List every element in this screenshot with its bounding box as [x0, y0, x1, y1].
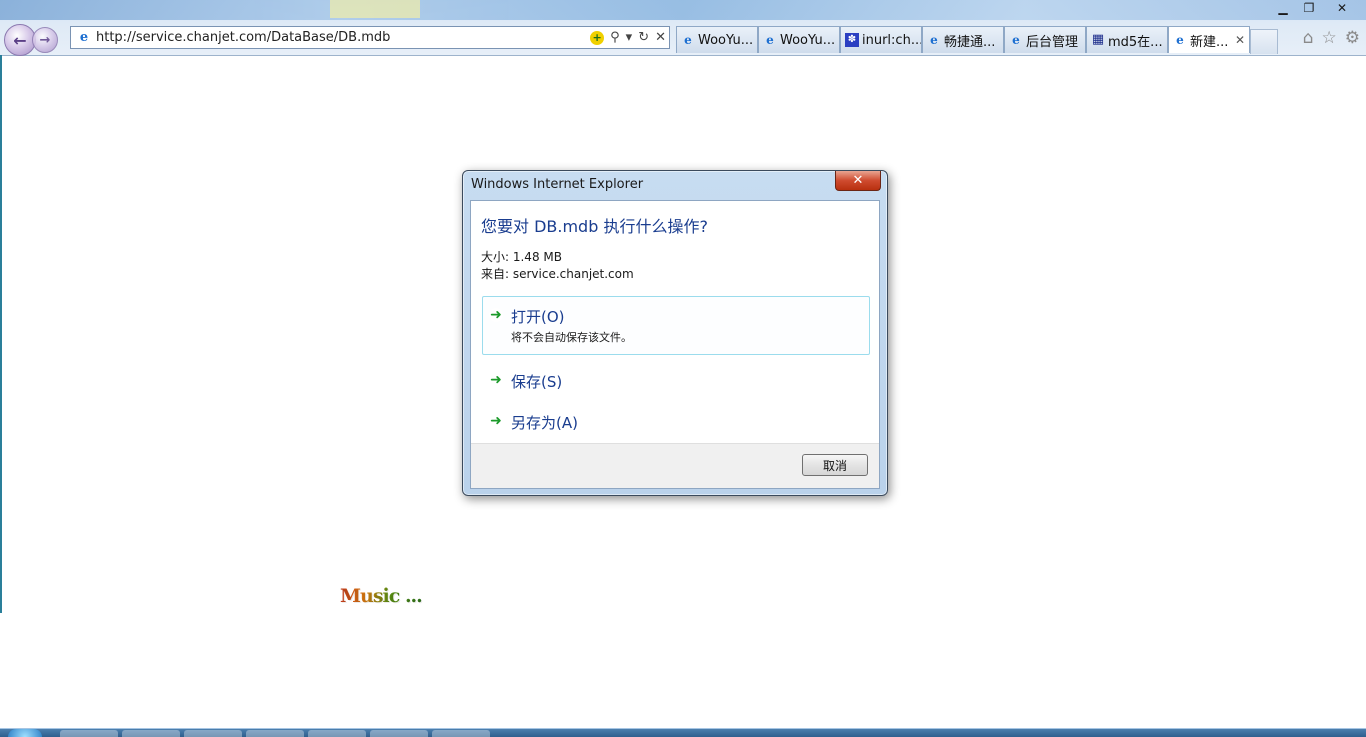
- tab-label: WooYu...: [780, 32, 836, 48]
- dialog-footer: 取消: [471, 443, 879, 488]
- navigation-buttons: ← →: [4, 24, 58, 56]
- ie-icon: e: [1176, 33, 1184, 47]
- address-bar-icons: + ⚲ ▾ ↻ ✕: [587, 30, 669, 45]
- title-bar: [0, 0, 1366, 20]
- url-text[interactable]: http://service.chanjet.com/DataBase/DB.m…: [96, 30, 587, 45]
- dialog-title: Windows Internet Explorer: [471, 177, 644, 192]
- tab-wooyun-1[interactable]: e WooYu...: [676, 26, 758, 53]
- ie-icon: e: [766, 33, 774, 47]
- file-source: 来自: service.chanjet.com: [481, 267, 634, 281]
- browser-chrome: ▁ ❐ ✕ ← → e http://service.chanjet.com/D…: [0, 0, 1366, 56]
- save-option-label: 保存(S): [511, 373, 563, 391]
- tab-admin[interactable]: e 后台管理: [1004, 26, 1086, 53]
- tab-label: inurl:ch...: [862, 32, 922, 48]
- tab-label: WooYu...: [698, 32, 754, 48]
- tab-label: 新建...: [1190, 34, 1229, 50]
- tab-inurl[interactable]: ✽ inurl:ch...: [840, 26, 922, 53]
- cancel-button[interactable]: 取消: [802, 454, 868, 476]
- dropdown-arrow-icon[interactable]: ▾: [626, 30, 633, 45]
- compatibility-view-icon[interactable]: +: [590, 30, 605, 45]
- open-option[interactable]: ➜ 打开(O) 将不会自动保存该文件。: [482, 296, 870, 355]
- file-size: 大小: 1.48 MB: [481, 250, 562, 264]
- new-tab-button[interactable]: [1250, 29, 1278, 54]
- cmd5-grid-icon: ▦: [1091, 32, 1105, 47]
- forward-arrow-icon: →: [39, 32, 51, 48]
- download-dialog: Windows Internet Explorer ✕ 您要对 DB.mdb 执…: [462, 170, 888, 496]
- file-info: 大小: 1.48 MB 来自: service.chanjet.com: [481, 249, 634, 283]
- ie-page-icon: e: [79, 29, 89, 45]
- home-icon[interactable]: ⌂: [1303, 28, 1314, 48]
- open-option-note: 将不会自动保存该文件。: [511, 331, 632, 344]
- tab-strip: e WooYu... e WooYu... ✽ inurl:ch... e 畅捷…: [676, 26, 1278, 54]
- window-close-button[interactable]: ✕: [1322, 0, 1362, 16]
- tab-label: 畅捷通...: [944, 34, 996, 50]
- music-text: Music ...: [340, 585, 423, 607]
- page-left-edge: [0, 55, 2, 613]
- stop-icon[interactable]: ✕: [655, 30, 666, 45]
- favorites-star-icon[interactable]: ☆: [1322, 28, 1337, 48]
- open-option-label: 打开(O): [511, 308, 565, 326]
- tab-new-active[interactable]: e 新建... ✕: [1168, 26, 1250, 53]
- tab-md5[interactable]: ▦ md5在...: [1086, 26, 1168, 53]
- tab-chanjet[interactable]: e 畅捷通...: [922, 26, 1004, 53]
- command-icons: ⌂ ☆ ⚙: [1295, 28, 1360, 48]
- tab-label: 后台管理: [1026, 34, 1079, 50]
- title-bar-highlight: [330, 0, 420, 18]
- window-controls: ▁ ❐ ✕: [1270, 0, 1362, 18]
- close-icon: ✕: [852, 173, 864, 188]
- tab-label: md5在...: [1108, 34, 1163, 50]
- address-bar[interactable]: e http://service.chanjet.com/DataBase/DB…: [70, 26, 670, 49]
- save-as-option-label: 另存为(A): [511, 414, 578, 432]
- search-icon[interactable]: ⚲: [610, 30, 620, 45]
- green-arrow-icon: ➜: [489, 372, 503, 388]
- green-arrow-icon: ➜: [489, 413, 503, 429]
- ie-icon: e: [1012, 33, 1020, 47]
- ie-icon: e: [684, 33, 692, 47]
- save-option[interactable]: ➜ 保存(S): [482, 361, 870, 397]
- save-as-option[interactable]: ➜ 另存为(A): [482, 402, 870, 438]
- refresh-icon[interactable]: ↻: [638, 30, 649, 45]
- tab-close-icon[interactable]: ✕: [1235, 33, 1245, 47]
- forward-button[interactable]: →: [32, 27, 58, 53]
- back-arrow-icon: ←: [13, 30, 27, 50]
- green-arrow-icon: ➜: [489, 307, 503, 323]
- dialog-question: 您要对 DB.mdb 执行什么操作?: [481, 217, 708, 236]
- dialog-body: 您要对 DB.mdb 执行什么操作? 大小: 1.48 MB 来自: servi…: [470, 200, 880, 489]
- minimize-button[interactable]: ▁: [1270, 0, 1296, 16]
- tools-gear-icon[interactable]: ⚙: [1345, 28, 1360, 48]
- ie-icon: e: [930, 33, 938, 47]
- tab-wooyun-2[interactable]: e WooYu...: [758, 26, 840, 53]
- restore-button[interactable]: ❐: [1296, 0, 1322, 16]
- baidu-paw-icon: ✽: [845, 33, 859, 47]
- dialog-close-button[interactable]: ✕: [835, 171, 881, 191]
